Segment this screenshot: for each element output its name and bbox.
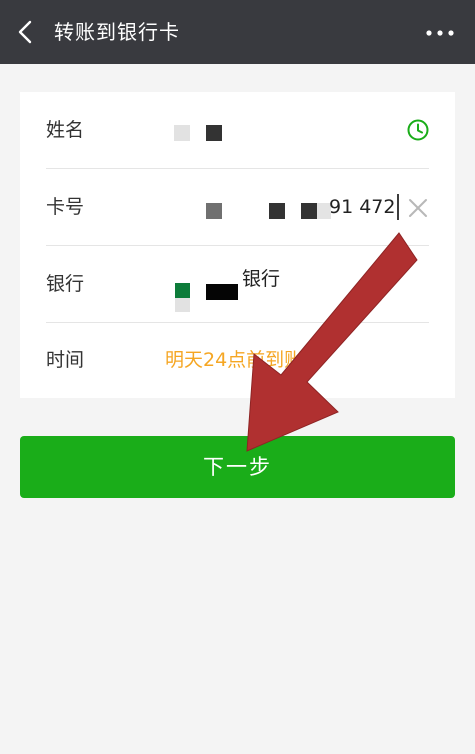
arrival-time-value[interactable]: 明天24点前到账 [165,322,303,398]
back-button[interactable] [10,14,44,50]
time-label: 时间 [46,349,85,371]
next-step-button[interactable]: 下一步 [20,436,455,498]
card-number-row[interactable]: 卡号 91 472 [20,169,455,245]
bank-row[interactable]: 银行 银行 [20,246,455,322]
page-title: 转账到银行卡 [54,20,180,44]
text-cursor [397,194,399,220]
bank-name-value: 银行 [242,268,281,290]
bank-name-redaction [206,284,238,300]
card-redaction-2 [269,203,285,219]
bank-logo-redaction-light [175,298,190,312]
card-redaction-1 [206,203,222,219]
bank-label: 银行 [46,273,85,295]
more-button[interactable] [423,22,457,44]
bank-logo-redaction [175,283,190,298]
name-label: 姓名 [46,119,85,141]
name-redaction-dark [206,125,222,141]
name-row[interactable]: 姓名 [20,92,455,168]
transfer-form-card: 姓名 卡号 91 472 银行 银行 时间 明天24点前到账 [20,92,455,398]
clear-icon[interactable] [406,196,430,220]
name-redaction-light [174,125,190,141]
card-number-value[interactable]: 91 472 [329,169,395,245]
card-number-label: 卡号 [46,196,85,218]
title-bar: 转账到银行卡 [0,0,475,64]
clock-icon[interactable] [406,118,430,142]
chevron-left-icon [18,20,32,44]
more-dots-icon [426,30,454,36]
card-redaction-3 [301,203,317,219]
